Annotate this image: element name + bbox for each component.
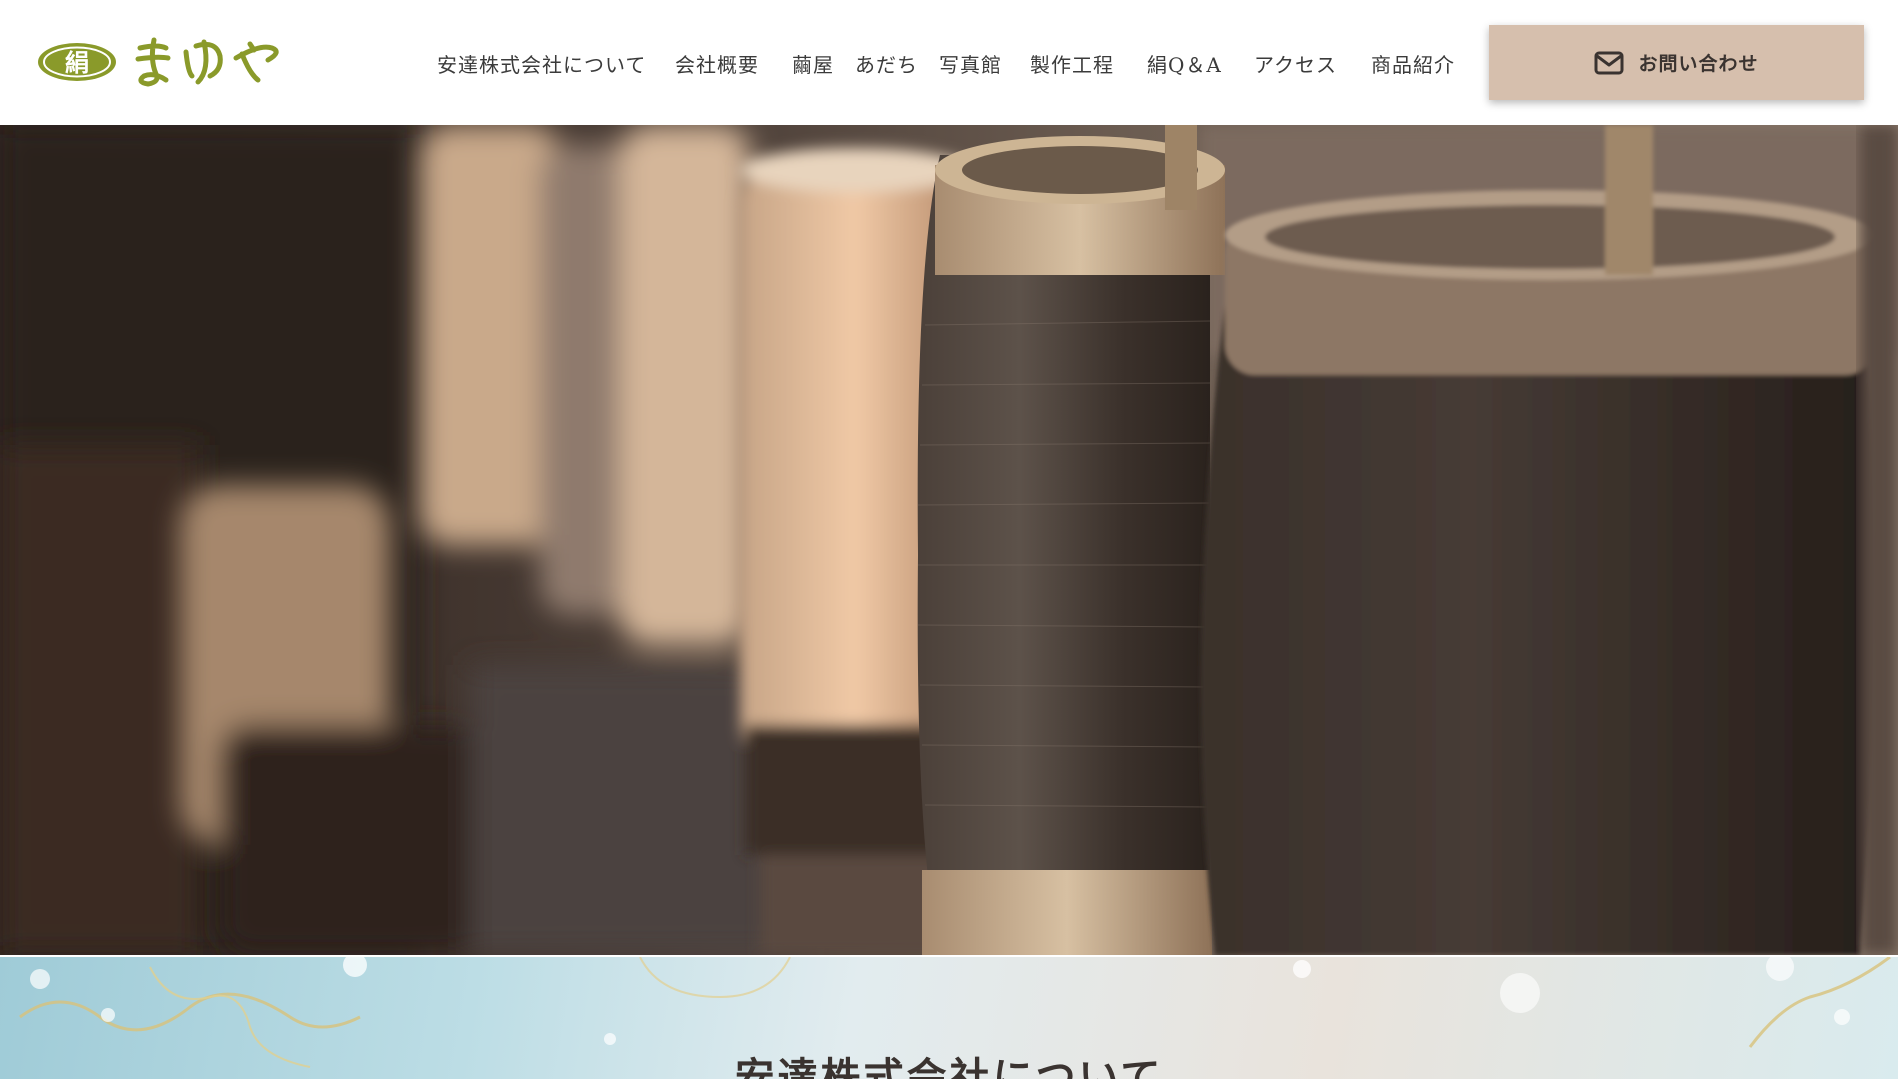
about-section: 安達株式会社について — [0, 955, 1898, 1079]
contact-button[interactable]: お問い合わせ — [1489, 25, 1864, 100]
nav-about-company[interactable]: 安達株式会社について — [437, 49, 646, 78]
nav-photo-gallery[interactable]: 繭屋 あだち 写真館 — [792, 49, 1002, 78]
nav-silk-qa[interactable]: 絹Q＆A — [1147, 49, 1222, 78]
nav-products[interactable]: 商品紹介 — [1371, 49, 1455, 78]
contact-button-label: お問い合わせ — [1638, 53, 1759, 75]
hero-image — [0, 125, 1898, 955]
nav-company-profile[interactable]: 会社概要 — [675, 49, 759, 78]
section-title: 安達株式会社について — [734, 1054, 1164, 1079]
nav-access[interactable]: アクセス — [1254, 49, 1337, 78]
envelope-icon — [1594, 51, 1624, 74]
site-header: 絹 安達株式会社について 会社概要 繭屋 あだち 写真館 製作工程 絹Q＆A ア… — [0, 0, 1898, 125]
silk-spools-photo — [0, 125, 1898, 955]
nav-production-process[interactable]: 製作工程 — [1030, 49, 1114, 78]
